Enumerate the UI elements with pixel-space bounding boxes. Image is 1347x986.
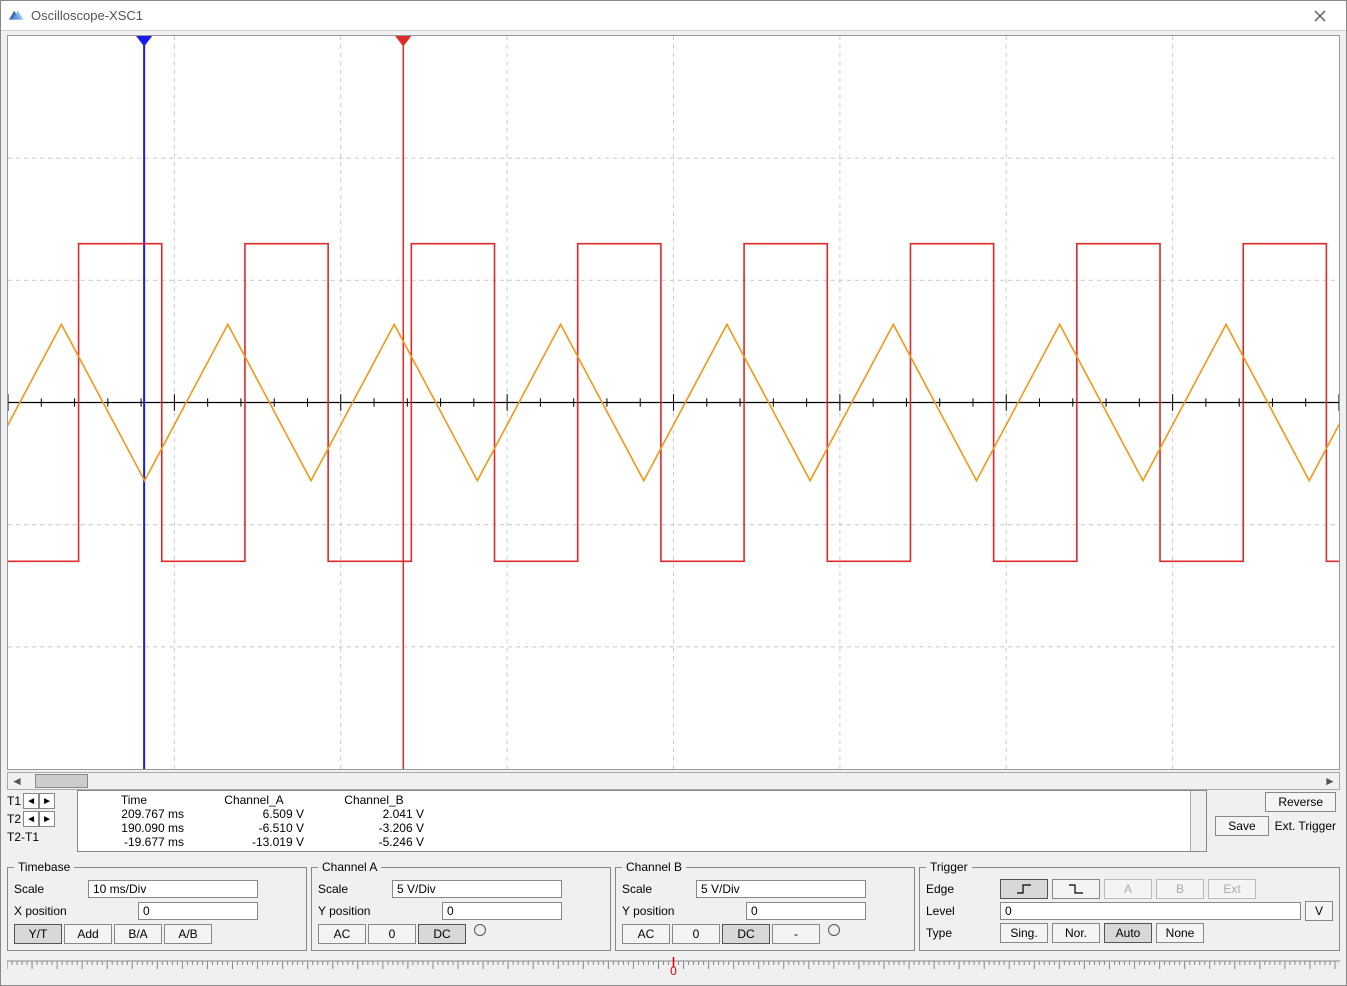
timebase-scale-label: Scale [14,882,84,896]
timebase-scale-input[interactable] [88,880,258,898]
scroll-thumb[interactable] [35,774,88,788]
edge-rising-button[interactable] [1000,879,1048,899]
readout-diff-time: -19.677 ms [84,835,184,849]
window-title: Oscilloscope-XSC1 [31,8,143,23]
cha-dc-button[interactable]: DC [418,924,466,944]
readout-header-cha: Channel_A [204,793,304,807]
edge-falling-icon [1067,883,1085,895]
scope-canvas[interactable] [7,35,1340,770]
oscilloscope-window: Oscilloscope-XSC1 [0,0,1347,986]
trigger-level-input[interactable] [1000,902,1301,920]
side-buttons: Reverse Save Ext. Trigger [1211,790,1340,842]
chb-indicator[interactable] [828,924,840,936]
cursor-diff-label: T2-T1 [7,830,39,844]
ext-trigger-label: Ext. Trigger [1275,819,1336,833]
readout-t2-cha: -6.510 V [204,821,304,835]
trigger-auto-button[interactable]: Auto [1104,923,1152,943]
save-button[interactable]: Save [1215,816,1268,836]
trigger-edge-label: Edge [926,882,996,896]
channel-b-panel: Channel B Scale Y position AC 0 DC - [615,860,915,951]
cha-ac-button[interactable]: AC [318,924,366,944]
cursor-t2-label: T2 [7,812,21,826]
t2-right-button[interactable]: ► [39,811,55,827]
time-ruler[interactable]: 0 [7,957,1340,979]
chb-scale-input[interactable] [696,880,866,898]
readout-header-chb: Channel_B [324,793,424,807]
chb-minus-button[interactable]: - [772,924,820,944]
readout-vscroll[interactable] [1190,791,1206,851]
timebase-ab-button[interactable]: A/B [164,924,212,944]
cha-scale-label: Scale [318,882,388,896]
chb-ypos-label: Y position [622,904,692,918]
cursor-readout-row: T1 ◄ ► T2 ◄ ► T2-T1 Time Channel_A [1,790,1346,856]
trigger-panel: Trigger Edge A B Ext Level V Type [919,860,1340,951]
timebase-ba-button[interactable]: B/A [114,924,162,944]
trigger-level-unit[interactable]: V [1305,901,1333,921]
cursor-readout-table: Time Channel_A Channel_B 209.767 ms 6.50… [77,790,1207,852]
timebase-xpos-label: X position [14,904,84,918]
trigger-none-button[interactable]: None [1156,923,1204,943]
edge-source-a-button[interactable]: A [1104,879,1152,899]
readout-diff-cha: -13.019 V [204,835,304,849]
horizontal-scrollbar[interactable]: ◄ ► [7,772,1340,790]
timebase-xpos-input[interactable] [138,902,258,920]
edge-rising-icon [1015,883,1033,895]
channel-b-legend: Channel B [622,860,686,874]
cha-zero-button[interactable]: 0 [368,924,416,944]
edge-source-b-button[interactable]: B [1156,879,1204,899]
chb-scale-label: Scale [622,882,692,896]
readout-header-time: Time [84,793,184,807]
trigger-level-label: Level [926,904,996,918]
channel-a-legend: Channel A [318,860,381,874]
scroll-left-arrow[interactable]: ◄ [8,773,26,789]
readout-t1-time: 209.767 ms [84,807,184,821]
t1-right-button[interactable]: ► [39,793,55,809]
timebase-yt-button[interactable]: Y/T [14,924,62,944]
reverse-button[interactable]: Reverse [1265,792,1336,812]
close-button[interactable] [1300,5,1340,27]
readout-t1-cha: 6.509 V [204,807,304,821]
scope-area: ◄ ► [1,31,1346,790]
trigger-nor-button[interactable]: Nor. [1052,923,1100,943]
readout-t2-time: 190.090 ms [84,821,184,835]
channel-a-panel: Channel A Scale Y position AC 0 DC [311,860,611,951]
timebase-add-button[interactable]: Add [64,924,112,944]
trigger-sing-button[interactable]: Sing. [1000,923,1048,943]
cha-ypos-input[interactable] [442,902,562,920]
readout-diff-chb: -5.246 V [324,835,424,849]
cha-ypos-label: Y position [318,904,388,918]
edge-falling-button[interactable] [1052,879,1100,899]
chb-ypos-input[interactable] [746,902,866,920]
readout-t2-chb: -3.206 V [324,821,424,835]
t2-left-button[interactable]: ◄ [23,811,39,827]
app-icon [7,7,25,25]
chb-zero-button[interactable]: 0 [672,924,720,944]
chb-ac-button[interactable]: AC [622,924,670,944]
edge-source-ext-button[interactable]: Ext [1208,879,1256,899]
titlebar: Oscilloscope-XSC1 [1,1,1346,31]
scroll-right-arrow[interactable]: ► [1321,773,1339,789]
timebase-panel: Timebase Scale X position Y/T Add B/A A/… [7,860,307,951]
timebase-legend: Timebase [14,860,74,874]
cursor-t1-label: T1 [7,794,21,808]
control-panels: Timebase Scale X position Y/T Add B/A A/… [1,856,1346,957]
cha-scale-input[interactable] [392,880,562,898]
t1-left-button[interactable]: ◄ [23,793,39,809]
chb-dc-button[interactable]: DC [722,924,770,944]
trigger-legend: Trigger [926,860,972,874]
trigger-type-label: Type [926,926,996,940]
readout-t1-chb: 2.041 V [324,807,424,821]
cha-indicator[interactable] [474,924,486,936]
cursor-labels: T1 ◄ ► T2 ◄ ► T2-T1 [7,790,73,846]
